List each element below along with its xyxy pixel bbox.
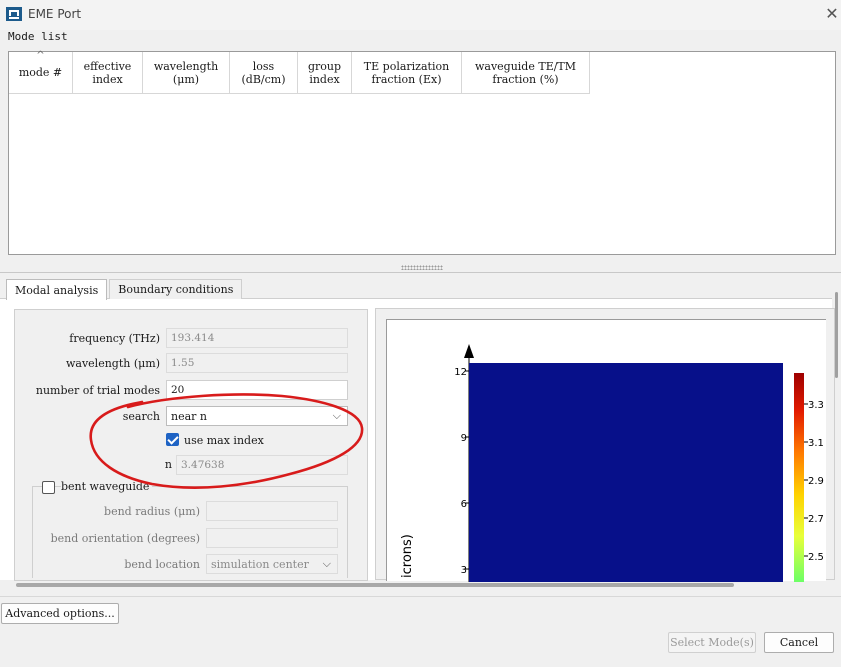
bend-orientation-field bbox=[206, 528, 338, 548]
wavelength-field: 1.55 bbox=[166, 353, 348, 373]
colorbar-tick-label: 3.1 bbox=[808, 438, 824, 449]
column-header-label: mode # bbox=[18, 66, 63, 79]
mode-list-label: Mode list bbox=[8, 30, 68, 43]
plot-svg: 12 9 6 3 icrons) 3.3 3.1 2.9 2.7 2.5 bbox=[400, 344, 824, 582]
column-header-waveguide-te-tm[interactable]: waveguide TE/TM fraction (%) bbox=[462, 52, 590, 94]
chevron-down-icon: ⌵ bbox=[322, 557, 331, 570]
column-header-loss[interactable]: loss (dB/cm) bbox=[230, 52, 298, 94]
colorbar-tick-label: 2.5 bbox=[808, 552, 824, 563]
index-region bbox=[469, 363, 783, 582]
use-max-index-label: use max index bbox=[184, 434, 264, 447]
select-modes-button[interactable]: Select Mode(s) bbox=[668, 632, 756, 653]
advanced-options-button[interactable]: Advanced options... bbox=[1, 603, 119, 624]
title-bar bbox=[0, 0, 841, 30]
column-header-mode-number[interactable]: ^ mode # bbox=[9, 50, 73, 94]
column-header-label: group index bbox=[307, 59, 342, 86]
frequency-label: frequency (THz) bbox=[69, 332, 160, 345]
colorbar-tick-label: 2.7 bbox=[808, 514, 824, 525]
colorbar-ticks: 3.3 3.1 2.9 2.7 2.5 bbox=[804, 400, 824, 563]
column-header-label: wavelength (μm) bbox=[153, 59, 219, 86]
frequency-field: 193.414 bbox=[166, 328, 348, 348]
splitter-grip-icon[interactable] bbox=[401, 265, 443, 270]
trial-modes-label: number of trial modes bbox=[35, 384, 160, 397]
wavelength-label: wavelength (μm) bbox=[65, 357, 160, 370]
mode-list-table[interactable]: ^ mode # effective index wavelength (μm)… bbox=[8, 50, 836, 255]
table-header: ^ mode # effective index wavelength (μm)… bbox=[9, 50, 590, 94]
search-select[interactable]: near n ⌵ bbox=[166, 406, 348, 426]
column-header-label: waveguide TE/TM fraction (%) bbox=[474, 59, 577, 86]
close-icon[interactable]: ✕ bbox=[822, 4, 841, 24]
column-header-label: TE polarization fraction (Ex) bbox=[363, 59, 450, 86]
sort-ascending-icon: ^ bbox=[36, 50, 45, 61]
y-ticks: 12 9 6 3 bbox=[454, 367, 469, 576]
column-header-te-polarization[interactable]: TE polarization fraction (Ex) bbox=[352, 52, 462, 94]
use-max-index-checkbox[interactable] bbox=[166, 433, 179, 446]
trial-modes-input[interactable]: 20 bbox=[166, 380, 348, 400]
n-field: 3.47638 bbox=[176, 455, 348, 475]
tab-bar: Modal analysis Boundary conditions bbox=[6, 279, 244, 300]
bend-radius-label: bend radius (μm) bbox=[104, 505, 200, 518]
colorbar bbox=[794, 373, 804, 582]
column-header-effective-index[interactable]: effective index bbox=[73, 52, 143, 94]
horizontal-scrollbar[interactable] bbox=[16, 583, 734, 587]
bent-waveguide-label: bent waveguide bbox=[61, 480, 153, 493]
index-plot[interactable]: 12 9 6 3 icrons) 3.3 3.1 2.9 2.7 2.5 bbox=[386, 319, 826, 582]
bend-location-label: bend location bbox=[124, 558, 200, 571]
bend-location-select: simulation center ⌵ bbox=[206, 554, 338, 574]
column-header-label: effective index bbox=[83, 59, 132, 86]
search-select-value: near n bbox=[171, 410, 207, 423]
colorbar-tick-label: 3.3 bbox=[808, 400, 824, 411]
n-label: n bbox=[164, 458, 172, 471]
bend-location-value: simulation center bbox=[211, 558, 309, 571]
column-header-label: loss (dB/cm) bbox=[241, 59, 286, 86]
y-axis-arrow-icon bbox=[464, 344, 474, 358]
vertical-scrollbar[interactable] bbox=[835, 292, 838, 378]
y-tick-label: 9 bbox=[461, 433, 467, 444]
column-header-wavelength[interactable]: wavelength (μm) bbox=[143, 52, 230, 94]
chevron-down-icon: ⌵ bbox=[332, 409, 341, 422]
bend-orientation-label: bend orientation (degrees) bbox=[50, 532, 200, 545]
y-tick-label: 6 bbox=[461, 499, 467, 510]
bend-radius-field bbox=[206, 501, 338, 521]
cancel-button[interactable]: Cancel bbox=[764, 632, 834, 653]
column-header-group-index[interactable]: group index bbox=[298, 52, 352, 94]
tab-boundary-conditions[interactable]: Boundary conditions bbox=[109, 279, 243, 299]
window-title: EME Port bbox=[28, 7, 82, 21]
tab-modal-analysis[interactable]: Modal analysis bbox=[6, 279, 108, 300]
colorbar-tick-label: 2.9 bbox=[808, 476, 824, 487]
y-axis-label: icrons) bbox=[400, 534, 415, 578]
search-label: search bbox=[122, 410, 160, 423]
y-tick-label: 3 bbox=[461, 565, 467, 576]
bent-waveguide-checkbox[interactable] bbox=[42, 481, 55, 494]
y-tick-label: 12 bbox=[454, 367, 467, 378]
app-logo-icon bbox=[6, 7, 22, 21]
